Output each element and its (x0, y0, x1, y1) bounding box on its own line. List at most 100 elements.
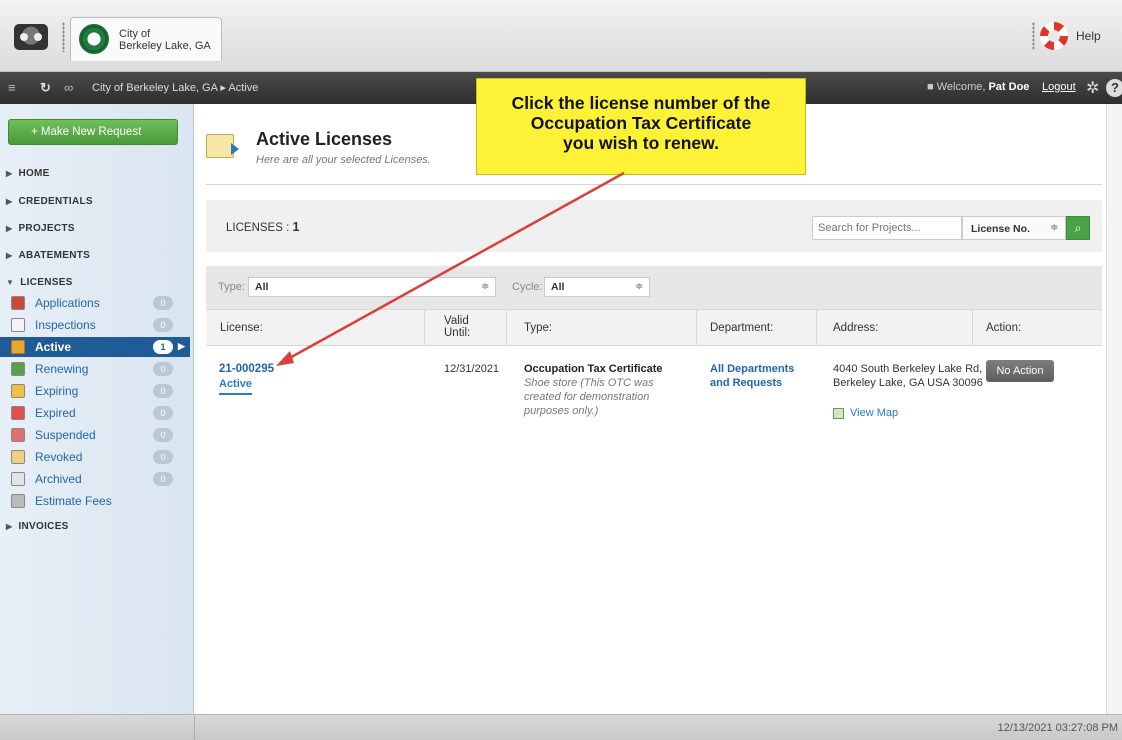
item-label: Suspended (35, 428, 96, 442)
filter-bar: Type: All ≑ Cycle: All ≑ (206, 266, 1102, 310)
sidebar-item-estimate-fees[interactable]: Estimate Fees (11, 491, 179, 511)
active-icon (11, 340, 25, 354)
top-bar: City of Berkeley Lake, GA Help (0, 0, 1122, 72)
select-arrows-icon: ≑ (635, 281, 643, 291)
view-map-link[interactable]: View Map (833, 406, 898, 420)
divider (206, 184, 1102, 185)
column-divider (506, 310, 507, 346)
count-label: LICENSES : (226, 222, 290, 234)
grip-icon (62, 22, 65, 52)
refresh-icon[interactable]: ↻ (40, 80, 51, 96)
section-label: PROJECTS (18, 223, 75, 234)
page-subtitle: Here are all your selected Licenses. (256, 154, 431, 166)
valid-until-line2: Until: (444, 327, 471, 339)
search-type-select[interactable]: License No. ≑ (962, 216, 1066, 240)
caret-right-icon: ▶ (6, 522, 13, 531)
results-bar: LICENSES : 1 License No. ≑ ⌕ (206, 200, 1102, 252)
section-label: HOME (18, 168, 50, 179)
welcome-text: ■ Welcome, Pat Doe (927, 81, 1030, 93)
page-title: Active Licenses (256, 129, 393, 149)
item-label: Archived (35, 472, 82, 486)
section-label: ABATEMENTS (18, 250, 91, 261)
item-label: Applications (35, 296, 100, 310)
sidebar-section-licenses[interactable]: ▼ LICENSES (6, 277, 73, 288)
department-link[interactable]: All Departments and Requests (710, 362, 810, 390)
sidebar-item-suspended[interactable]: Suspended 0 (11, 425, 179, 445)
breadcrumb[interactable]: City of Berkeley Lake, GA ▸ Active (92, 81, 258, 94)
item-label: Active (35, 340, 72, 354)
sidebar-item-expiring[interactable]: Expiring 0 (11, 381, 179, 401)
sidebar-item-expired[interactable]: Expired 0 (11, 403, 179, 423)
link-icon[interactable]: ∞ (64, 80, 73, 95)
sidebar-item-inspections[interactable]: Inspections 0 (11, 315, 179, 335)
city-seal-icon (79, 24, 109, 54)
count-badge: 0 (153, 384, 173, 398)
column-divider (972, 310, 973, 346)
user-name: Pat Doe (988, 81, 1030, 93)
sidebar-item-active[interactable]: Active 1 ▶ (0, 337, 190, 357)
search-button[interactable]: ⌕ (1066, 216, 1090, 240)
callout-line3: you wish to renew. (563, 133, 719, 153)
expiring-icon (11, 384, 25, 398)
address-value: 4040 South Berkeley Lake Rd, Berkeley La… (833, 363, 983, 389)
organization-tab[interactable]: City of Berkeley Lake, GA (70, 17, 222, 61)
no-action-button[interactable]: No Action (986, 360, 1054, 382)
sidebar-item-applications[interactable]: Applications 0 (11, 293, 179, 313)
search-input[interactable] (812, 216, 962, 240)
count-badge: 0 (153, 428, 173, 442)
sidebar-section-credentials[interactable]: ▶ CREDENTIALS (6, 196, 93, 207)
item-label: Revoked (35, 450, 83, 464)
sidebar-section-invoices[interactable]: ▶ INVOICES (6, 521, 69, 532)
column-action: Action: (986, 322, 1022, 334)
cycle-filter-value: All (551, 281, 565, 293)
column-divider (816, 310, 817, 346)
gear-icon[interactable]: ✲ (1086, 78, 1099, 98)
vertical-scrollbar[interactable] (1106, 104, 1122, 714)
type-filter-value: All (255, 281, 269, 293)
organization-name: City of Berkeley Lake, GA (119, 28, 211, 52)
app-logo-icon[interactable] (14, 24, 48, 50)
status-bar: 12/13/2021 03:27:08 PM (0, 714, 1122, 740)
column-type[interactable]: Type: (524, 322, 552, 334)
caret-right-icon: ▶ (6, 197, 13, 206)
view-map-label: View Map (850, 407, 899, 419)
sidebar-item-revoked[interactable]: Revoked 0 (11, 447, 179, 467)
sidebar-section-abatements[interactable]: ▶ ABATEMENTS (6, 250, 90, 261)
applications-icon (11, 296, 25, 310)
help-label: Help (1076, 29, 1101, 43)
sidebar-item-archived[interactable]: Archived 0 (11, 469, 179, 489)
license-status-link[interactable]: Active (219, 377, 253, 395)
menu-icon[interactable]: ≡ (8, 80, 16, 95)
select-arrows-icon: ≑ (1050, 222, 1058, 232)
column-license[interactable]: License: (220, 322, 263, 334)
license-number-link[interactable]: 21-000295 (219, 362, 274, 376)
logout-link[interactable]: Logout (1042, 81, 1076, 93)
welcome-prefix: Welcome, (936, 81, 986, 93)
column-address[interactable]: Address: (833, 322, 878, 334)
sidebar-item-renewing[interactable]: Renewing 0 (11, 359, 179, 379)
select-arrows-icon: ≑ (481, 281, 489, 291)
inspections-icon (11, 318, 25, 332)
make-new-request-button[interactable]: + Make New Request (8, 119, 178, 145)
column-valid-until[interactable]: Valid Until: (444, 315, 470, 339)
item-label: Expiring (35, 384, 79, 398)
license-type: Occupation Tax Certificate (524, 363, 663, 375)
arrow-head (276, 351, 294, 366)
valid-until-value: 12/31/2021 (444, 363, 500, 375)
sidebar-section-projects[interactable]: ▶ PROJECTS (6, 223, 75, 234)
help-icon[interactable]: ? (1106, 79, 1122, 97)
column-department[interactable]: Department: (710, 322, 773, 334)
type-filter-label: Type: (218, 281, 245, 293)
archived-icon (11, 472, 25, 486)
grip-icon (1032, 22, 1035, 50)
count-badge: 0 (153, 296, 173, 310)
section-label: CREDENTIALS (18, 196, 93, 207)
item-label: Inspections (35, 318, 96, 332)
sidebar-section-home[interactable]: ▶ HOME (6, 168, 50, 179)
type-filter-select[interactable]: All ≑ (248, 277, 496, 297)
section-label: INVOICES (18, 521, 69, 532)
help-button[interactable]: Help (1032, 22, 1101, 50)
cycle-filter-select[interactable]: All ≑ (544, 277, 650, 297)
org-name-line1: City of (119, 28, 151, 40)
column-divider (696, 310, 697, 346)
